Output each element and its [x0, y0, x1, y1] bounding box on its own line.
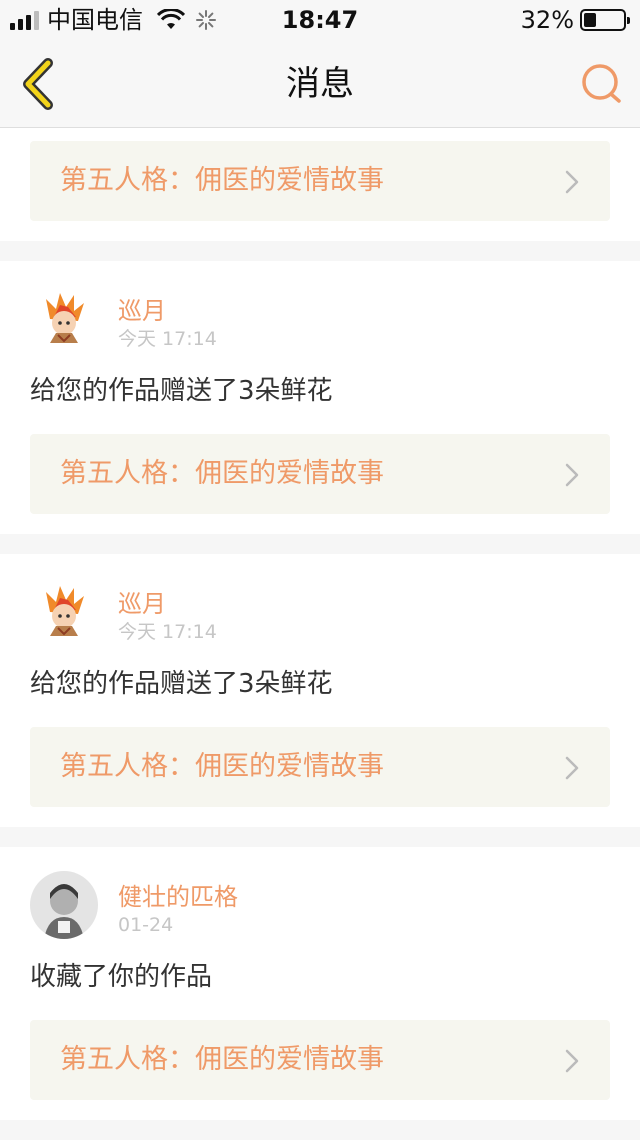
user-name[interactable]: 健壮的匹格 — [118, 883, 238, 911]
work-link[interactable]: 第五人格：佣医的爱情故事 — [30, 1020, 610, 1100]
message-header: 健壮的匹格 01-24 — [0, 847, 640, 947]
chevron-right-icon — [565, 756, 579, 780]
message-time: 01-24 — [118, 914, 174, 936]
message-card: 巡月 今天 17:14 给您的作品赠送了3朵鲜花 第五人格：佣医的爱情故事 — [0, 261, 640, 534]
chevron-right-icon — [565, 1049, 579, 1073]
work-link[interactable]: 第五人格：佣医的爱情故事 — [30, 141, 610, 221]
message-text: 给您的作品赠送了3朵鲜花 — [30, 376, 333, 406]
user-name[interactable]: 巡月 — [118, 590, 166, 618]
work-title: 第五人格：佣医的爱情故事 — [60, 458, 384, 489]
message-header: 巡月 今天 17:14 — [0, 261, 640, 361]
card-divider — [0, 534, 640, 554]
card-divider — [0, 241, 640, 261]
message-text: 给您的作品赠送了3朵鲜花 — [30, 669, 333, 699]
work-title: 第五人格：佣医的爱情故事 — [60, 1044, 384, 1075]
status-bar: 中国电信 18:47 32% — [0, 0, 640, 40]
battery-percentage: 32% — [520, 6, 574, 34]
work-link[interactable]: 第五人格：佣医的爱情故事 — [30, 434, 610, 514]
card-divider — [0, 1120, 640, 1140]
search-icon[interactable] — [580, 62, 622, 104]
avatar[interactable] — [30, 285, 98, 353]
avatar[interactable] — [30, 578, 98, 646]
message-card: 第五人格：佣医的爱情故事 — [0, 128, 640, 241]
nav-bar: 消息 — [0, 40, 640, 128]
battery-icon — [580, 9, 630, 31]
chevron-right-icon — [565, 170, 579, 194]
battery-level-fill — [584, 13, 596, 27]
message-time: 今天 17:14 — [118, 328, 217, 350]
work-title: 第五人格：佣医的爱情故事 — [60, 165, 384, 196]
chevron-right-icon — [565, 463, 579, 487]
card-divider — [0, 827, 640, 847]
page-title: 消息 — [286, 64, 354, 104]
message-card: 巡月 今天 17:14 给您的作品赠送了3朵鲜花 第五人格：佣医的爱情故事 — [0, 554, 640, 827]
message-list: 第五人格：佣医的爱情故事 巡月 今天 17:14 给您的作品赠送了3朵鲜花 第五… — [0, 128, 640, 1140]
message-time: 今天 17:14 — [118, 621, 217, 643]
message-card: 健壮的匹格 01-24 收藏了你的作品 第五人格：佣医的爱情故事 — [0, 847, 640, 1120]
message-header: 巡月 今天 17:14 — [0, 554, 640, 654]
work-title: 第五人格：佣医的爱情故事 — [60, 751, 384, 782]
message-text: 收藏了你的作品 — [30, 962, 213, 992]
status-right: 32% — [520, 6, 630, 34]
user-name[interactable]: 巡月 — [118, 297, 166, 325]
avatar[interactable] — [30, 871, 98, 939]
work-link[interactable]: 第五人格：佣医的爱情故事 — [30, 727, 610, 807]
